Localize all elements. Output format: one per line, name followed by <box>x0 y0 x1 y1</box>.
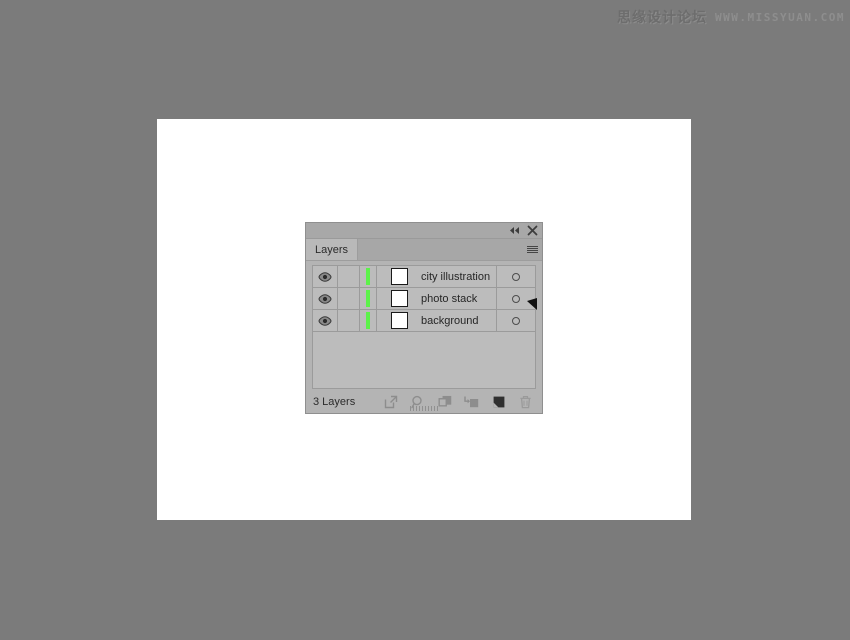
panel-tabstrip[interactable]: Layers <box>306 239 542 261</box>
layer-name[interactable]: background <box>421 310 496 331</box>
layer-lock-toggle[interactable] <box>338 266 360 287</box>
desktop-background: 思缘设计论坛 WWW.MISSYUAN.COM Layers city illu… <box>0 0 850 640</box>
layer-list[interactable]: city illustration photo stack background <box>312 265 536 389</box>
layer-name-label: city illustration <box>421 270 491 283</box>
eye-icon <box>318 293 332 304</box>
watermark: 思缘设计论坛 WWW.MISSYUAN.COM <box>617 7 845 27</box>
layer-color-indicator <box>360 266 377 287</box>
locate-object-icon[interactable] <box>383 395 398 410</box>
layer-visibility-toggle[interactable] <box>313 288 338 309</box>
layers-panel[interactable]: Layers city illustration photo stack backg… <box>305 222 543 414</box>
watermark-cn-text: 思缘设计论坛 <box>617 10 708 26</box>
target-circle-icon <box>512 272 520 281</box>
layer-visibility-toggle[interactable] <box>313 266 338 287</box>
layer-row[interactable]: city illustration <box>313 266 535 288</box>
layer-name[interactable]: photo stack <box>421 288 496 309</box>
layer-count-label: 3 Layers <box>313 396 356 408</box>
layer-list-empty-area[interactable] <box>313 332 535 388</box>
double-chevron-left-icon[interactable] <box>509 225 520 236</box>
layer-row[interactable]: photo stack <box>313 288 535 310</box>
tab-layers[interactable]: Layers <box>306 239 359 260</box>
eye-icon <box>318 271 332 282</box>
layer-color-bar <box>366 268 370 285</box>
eye-icon <box>318 315 332 326</box>
panel-menu-bars <box>526 245 538 254</box>
create-sublayer-icon[interactable] <box>464 395 479 410</box>
layer-color-bar <box>366 290 370 307</box>
layer-target-indicator[interactable] <box>496 310 535 331</box>
panel-resize-grip[interactable] <box>407 406 441 411</box>
layer-thumbnail <box>390 290 408 307</box>
layer-thumbnail-cell[interactable] <box>377 288 421 309</box>
layer-thumbnail-cell[interactable] <box>377 310 421 331</box>
close-icon[interactable] <box>527 225 538 236</box>
tab-layers-label: Layers <box>315 243 349 256</box>
panel-body: city illustration photo stack background <box>306 261 542 391</box>
layer-name[interactable]: city illustration <box>421 266 496 287</box>
layer-thumbnail <box>390 268 408 285</box>
target-circle-icon <box>512 316 520 325</box>
layer-target-indicator[interactable] <box>496 266 535 287</box>
panel-titlebar[interactable] <box>306 223 542 239</box>
layer-row[interactable]: background <box>313 310 535 332</box>
layer-thumbnail-cell[interactable] <box>377 266 421 287</box>
layer-name-label: background <box>421 314 479 327</box>
layer-color-bar <box>366 312 370 329</box>
layer-name-label: photo stack <box>421 292 478 305</box>
layer-lock-toggle[interactable] <box>338 310 360 331</box>
layer-lock-toggle[interactable] <box>338 288 360 309</box>
panel-menu-icon[interactable] <box>522 239 542 260</box>
create-new-layer-icon[interactable] <box>491 395 506 410</box>
layer-color-indicator <box>360 288 377 309</box>
delete-selection-icon[interactable] <box>518 395 533 410</box>
cursor-arrow-icon <box>527 298 538 311</box>
tabstrip-filler <box>358 239 522 260</box>
layer-color-indicator <box>360 310 377 331</box>
layer-visibility-toggle[interactable] <box>313 310 338 331</box>
panel-footer-tools <box>355 395 535 410</box>
watermark-en-text: WWW.MISSYUAN.COM <box>715 10 845 24</box>
layer-thumbnail <box>390 312 408 329</box>
target-circle-icon <box>512 294 520 303</box>
